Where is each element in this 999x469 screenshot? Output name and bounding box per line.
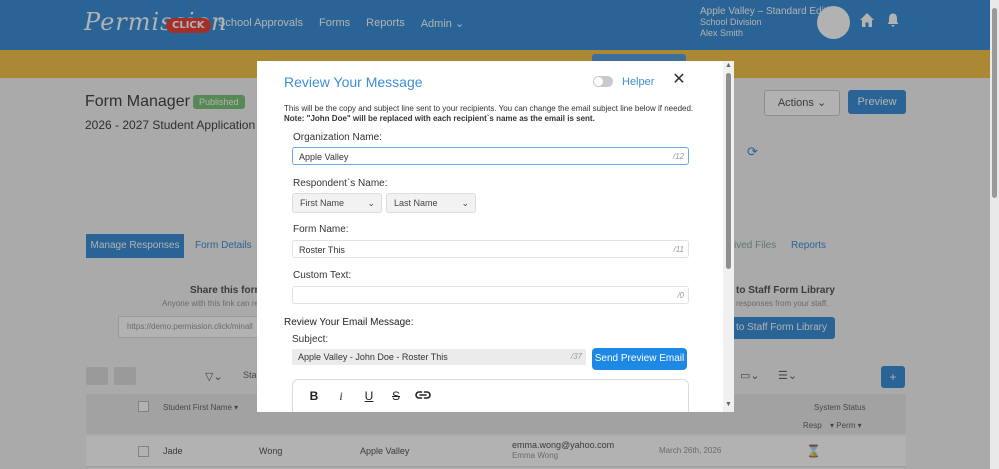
org-name-input[interactable]: Apple Valley /12 — [292, 147, 689, 165]
last-name-select[interactable]: Last Name ⌄ — [386, 193, 476, 213]
chevron-down-icon: ⌄ — [367, 198, 375, 208]
underline-button[interactable]: U — [360, 389, 378, 403]
helper-label[interactable]: Helper — [622, 76, 654, 88]
bold-button[interactable]: B — [305, 389, 323, 403]
send-preview-email-button[interactable]: Send Preview Email — [592, 348, 687, 370]
review-message-modal: Review Your Message Helper ✕ This will b… — [257, 61, 734, 412]
custom-text-counter: /0 — [677, 291, 684, 300]
modal-title: Review Your Message — [284, 74, 423, 90]
italic-button[interactable]: i — [332, 389, 350, 403]
link-icon[interactable] — [414, 389, 432, 403]
first-name-select[interactable]: First Name ⌄ — [292, 193, 382, 213]
modal-note: Note: "John Doe" will be replaced with e… — [284, 114, 595, 123]
modal-info-text: This will be the copy and subject line s… — [284, 104, 704, 124]
page-scrollbar-thumb[interactable] — [992, 8, 997, 198]
strikethrough-button[interactable]: S — [387, 389, 405, 403]
modal-scrollbar-thumb[interactable] — [726, 73, 731, 269]
review-email-title: Review Your Email Message: — [284, 317, 414, 328]
page-scrollbar[interactable] — [990, 0, 999, 469]
form-name-label: Form Name: — [293, 224, 349, 235]
email-message-editor[interactable] — [292, 379, 689, 412]
helper-toggle[interactable] — [593, 76, 613, 87]
toggle-knob — [594, 77, 603, 86]
close-icon[interactable]: ✕ — [671, 71, 687, 89]
custom-text-label: Custom Text: — [293, 270, 352, 281]
subject-input[interactable]: Apple Valley - John Doe - Roster This /3… — [292, 349, 586, 365]
custom-text-input[interactable]: /0 — [292, 286, 689, 304]
respondent-name-label: Respondent`s Name: — [293, 178, 388, 189]
scroll-down-icon[interactable]: ▼ — [725, 401, 732, 408]
subject-label: Subject: — [292, 334, 329, 345]
org-name-counter: /12 — [672, 152, 684, 161]
org-name-label: Organization Name: — [293, 132, 382, 143]
form-name-input[interactable]: Roster This /11 — [292, 240, 689, 258]
chevron-down-icon: ⌄ — [461, 198, 469, 208]
subject-counter: /37 — [570, 352, 582, 361]
scroll-up-icon[interactable]: ▲ — [725, 62, 732, 69]
modal-scrollbar[interactable]: ▲ ▼ — [723, 61, 734, 412]
form-name-counter: /11 — [673, 245, 684, 254]
